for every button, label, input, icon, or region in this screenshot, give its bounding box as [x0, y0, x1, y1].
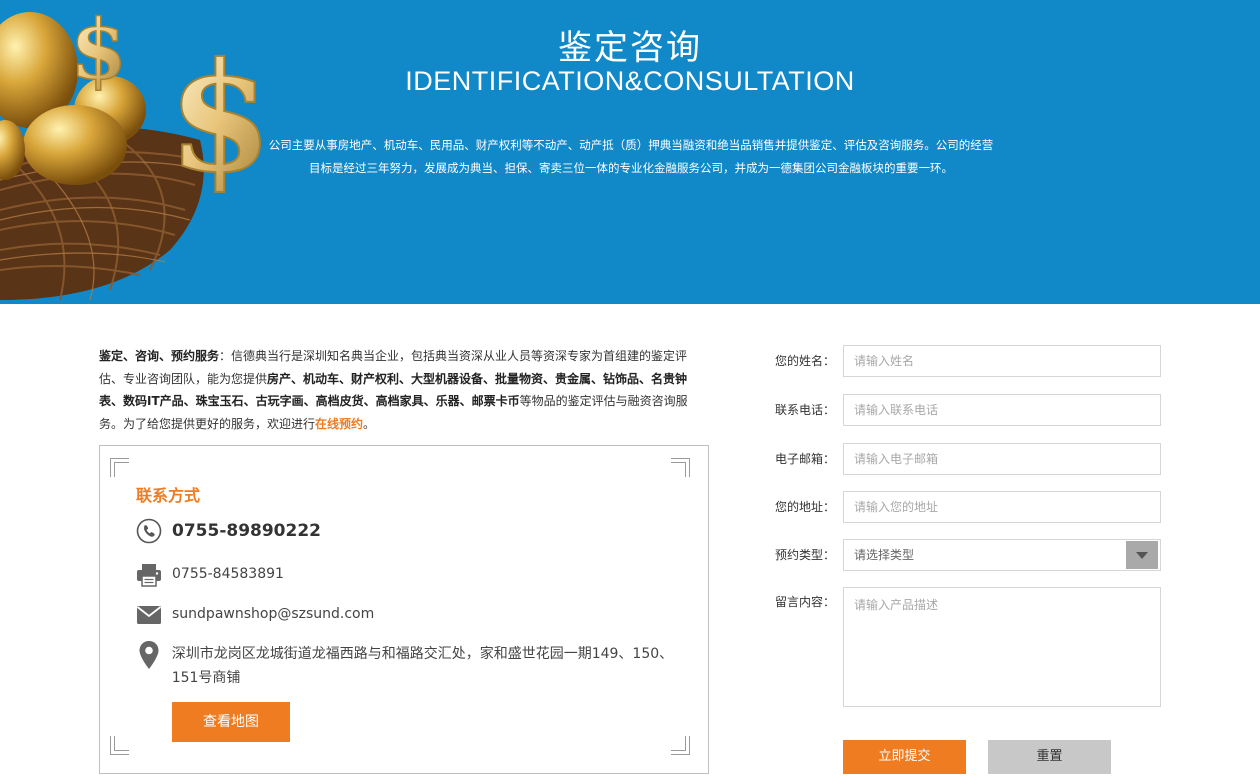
form-row-type: 预约类型： 请选择类型 [770, 539, 1161, 571]
page-title: 鉴定咨询 [558, 28, 702, 68]
form-row-name: 您的姓名： [770, 345, 1161, 377]
submit-button[interactable]: 立即提交 [843, 740, 966, 774]
type-select-value: 请选择类型 [854, 548, 915, 562]
service-intro: 鉴定、咨询、预约服务：信德典当行是深圳知名典当企业，包括典当资深从业人员等资深专… [99, 345, 711, 435]
view-map-button[interactable]: 查看地图 [172, 702, 290, 742]
message-label: 留言内容： [774, 595, 835, 609]
banner: $ $ 鉴定咨询 IDENTIFICATION&CONSULTATION 公司主… [0, 0, 1260, 304]
contact-email-row: sundpawnshop@szsund.com [136, 602, 374, 628]
email-label: 电子邮箱： [774, 452, 835, 466]
reset-button[interactable]: 重置 [988, 740, 1111, 774]
contact-fax-row: 0755-84583891 [136, 562, 284, 588]
phone-label: 联系电话： [774, 403, 835, 417]
online-booking-link[interactable]: 在线预约 [315, 417, 363, 431]
type-label: 预约类型： [774, 548, 835, 562]
page-subtitle: IDENTIFICATION&CONSULTATION [405, 66, 855, 96]
address-label: 您的地址： [774, 500, 835, 514]
intro-lead: 鉴定、咨询、预约服务 [99, 349, 220, 363]
phone-input[interactable] [843, 394, 1161, 426]
contact-phone-row: 0755-89890222 [136, 518, 321, 544]
form-row-address: 您的地址： [770, 491, 1161, 523]
contact-box: 联系方式 0755-89890222 0755-84583891 sundpaw… [99, 445, 709, 774]
contact-address-row: 深圳市龙岗区龙城街道龙福西路与和福路交汇处，家和盛世花园一期149、150、15… [136, 641, 676, 690]
corner-decoration [110, 458, 129, 477]
form-row-phone: 联系电话： [770, 394, 1161, 426]
name-label: 您的姓名： [774, 354, 835, 368]
form-row-message: 留言内容： [770, 587, 1161, 707]
contact-title: 联系方式 [136, 486, 201, 505]
address-input[interactable] [843, 491, 1161, 523]
corner-decoration [110, 736, 129, 755]
email-input[interactable] [843, 443, 1161, 475]
message-textarea[interactable] [843, 587, 1161, 707]
contact-email: sundpawnshop@szsund.com [172, 606, 375, 622]
type-select[interactable]: 请选择类型 [843, 539, 1161, 571]
phone-icon [136, 518, 162, 544]
corner-decoration [671, 736, 690, 755]
contact-phone: 0755-89890222 [172, 521, 321, 541]
location-pin-icon [136, 641, 162, 669]
name-input[interactable] [843, 345, 1161, 377]
contact-fax: 0755-84583891 [172, 566, 284, 582]
form-row-email: 电子邮箱： [770, 443, 1161, 475]
chevron-down-icon[interactable] [1126, 541, 1158, 569]
corner-decoration [671, 458, 690, 477]
fax-icon [136, 562, 162, 588]
contact-address: 深圳市龙岗区龙城街道龙福西路与和福路交汇处，家和盛世花园一期149、150、15… [171, 646, 674, 686]
mail-icon [136, 602, 162, 628]
intro-end: 。 [363, 416, 376, 431]
banner-description: 公司主要从事房地产、机动车、民用品、财产权利等不动产、动产抵（质）押典当融资和绝… [268, 138, 994, 175]
